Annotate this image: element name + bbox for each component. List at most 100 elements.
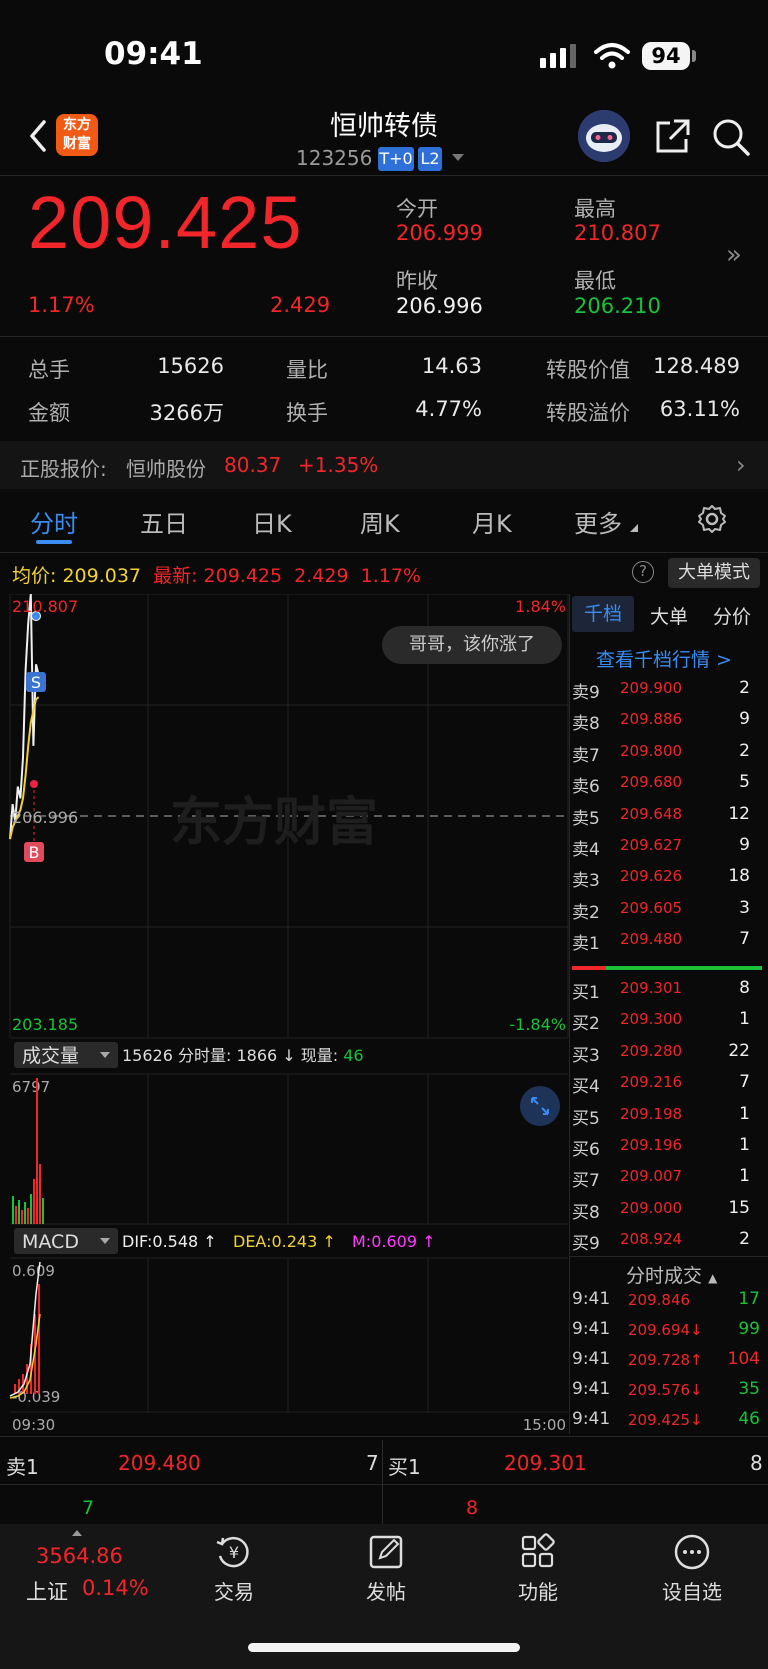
ask-level-row[interactable]: 卖8 209.886 9 [572,709,762,740]
trade-row: 9:41 209.846 17 [572,1289,762,1319]
tab-five-day[interactable]: 五日 [140,504,188,539]
view-levels-link[interactable]: 查看千档行情 > [596,645,732,672]
stat-value: 3266万 [149,401,224,425]
level-volume: 15 [728,1197,750,1218]
expand-button[interactable] [520,1086,560,1126]
change-amount: 2.429 [270,293,331,317]
index-value[interactable]: 3564.86 [36,1544,123,1568]
level-price: 209.000 [620,1198,683,1217]
underlying-pct: +1.35% [298,453,379,477]
ask-level-row[interactable]: 卖3 209.626 18 [572,866,762,897]
index-name[interactable]: 上证 [26,1576,68,1606]
up-arrow-icon [72,1530,82,1536]
ask-level-row[interactable]: 卖6 209.680 5 [572,772,762,803]
back-icon[interactable] [24,118,54,154]
ask-level-row[interactable]: 卖2 209.605 3 [572,898,762,929]
bid-level-row[interactable]: 买5 209.198 1 [572,1104,762,1135]
level-bid-label: 买1 [388,1455,421,1479]
share-icon[interactable] [652,117,692,157]
axis-min-pct: -1.84% [509,1015,566,1034]
ai-bubble[interactable]: 哥哥，该你涨了 [382,626,562,664]
tab-more[interactable]: 更多 [574,504,622,539]
ask-level-row[interactable]: 卖4 209.627 9 [572,835,762,866]
level-price: 209.280 [620,1041,683,1060]
trade-icon[interactable]: ¥ [214,1532,254,1572]
big-order-mode-button[interactable]: 大单模式 [668,558,760,588]
bid-level-row[interactable]: 买7 209.007 1 [572,1166,762,1197]
tab-monthly-k[interactable]: 月K [472,504,512,539]
time-end: 15:00 [523,1416,566,1434]
tab-active-indicator [36,540,72,544]
bid-ask-ratio-bar [572,966,762,970]
level-price: 209.007 [620,1167,683,1186]
stat-label: 量比 [286,358,328,382]
tab-big-orders[interactable]: 大单 [650,602,688,629]
trade-price: 209.728↑ [628,1351,703,1369]
watchlist-icon[interactable] [672,1532,712,1572]
level-ask-sub: 7 [82,1497,95,1519]
nav-post[interactable]: 发帖 [346,1576,426,1605]
tab-weekly-k[interactable]: 周K [360,504,400,539]
level-volume: 5 [739,772,750,793]
post-icon[interactable] [366,1532,406,1572]
tab-daily-k[interactable]: 日K [252,504,292,539]
last-price: 209.425 [28,181,303,264]
level-label: 卖6 [572,777,600,798]
level-price: 209.301 [620,979,683,997]
level-volume: 7 [739,929,750,950]
stat-value: 63.11% [659,397,740,421]
level-price: 209.627 [620,836,683,854]
trade-price: 209.425↓ [628,1411,703,1429]
underlying-stock-bar[interactable] [0,441,768,489]
nav-watchlist[interactable]: 设自选 [652,1576,732,1605]
bid-level-row[interactable]: 买6 209.196 1 [572,1135,762,1166]
macd-m: M:0.609 ↑ [352,1232,436,1251]
tab-intraday[interactable]: 分时 [30,504,78,539]
chevron-right-icon[interactable]: » [726,240,742,270]
home-indicator[interactable] [248,1643,520,1652]
gear-icon[interactable] [696,503,728,535]
watermark: 东方财富 [170,793,378,853]
underlying-price: 80.37 [224,453,282,477]
divider [0,1484,768,1485]
tab-thousand-levels[interactable]: 千档 [572,596,634,632]
level-label: 买8 [572,1202,600,1223]
bid-level-row[interactable]: 买8 209.000 15 [572,1198,762,1229]
level-label: 买1 [572,983,600,1003]
stat-value: 4.77% [415,397,482,421]
bid-level-row[interactable]: 买2 209.300 1 [572,1009,762,1040]
low-label: 最低 [574,269,616,293]
stat-label: 转股价值 [546,358,630,382]
index-pct[interactable]: 0.14% [82,1576,149,1600]
nav-functions[interactable]: 功能 [498,1576,578,1605]
ask-level-row[interactable]: 卖1 209.480 7 [572,929,762,960]
ask-level-row[interactable]: 卖9 209.900 2 [572,678,762,709]
dropdown-arrow-icon[interactable] [452,154,464,161]
stat-label: 总手 [28,358,70,382]
level-label: 卖4 [572,840,600,860]
level-price: 209.680 [620,773,683,792]
svg-text:成交量: 成交量 [22,1045,79,1067]
functions-icon[interactable] [518,1532,558,1572]
tab-price-distribution[interactable]: 分价 [713,602,751,629]
help-icon[interactable]: ? [632,561,654,583]
bid-level-row[interactable]: 买3 209.280 22 [572,1041,762,1072]
divider [0,1436,768,1437]
level-label: 买5 [572,1108,600,1129]
ask-level-row[interactable]: 卖7 209.800 2 [572,741,762,772]
search-icon[interactable] [710,116,752,158]
chevron-right-icon[interactable]: › [736,451,746,479]
robot-assistant-icon[interactable] [578,110,630,162]
macd-dif: DIF:0.548 ↑ [122,1232,217,1251]
level-volume: 2 [739,678,750,698]
ask-level-row[interactable]: 卖5 209.648 12 [572,804,762,835]
bid-level-row[interactable]: 买4 209.216 7 [572,1072,762,1103]
intraday-chart[interactable]: 东方财富 S B 210.807 1.84% 206.996 203.185 -… [0,594,570,1434]
nav-trade[interactable]: 交易 [194,1576,274,1605]
trades-title[interactable]: 分时成交 ▲ [626,1261,717,1288]
bid-level-row[interactable]: 买1 209.301 8 [572,978,762,1009]
divider [0,175,768,176]
low-value: 206.210 [574,294,661,318]
level-label: 买7 [572,1171,600,1192]
level-label: 卖3 [572,871,600,892]
